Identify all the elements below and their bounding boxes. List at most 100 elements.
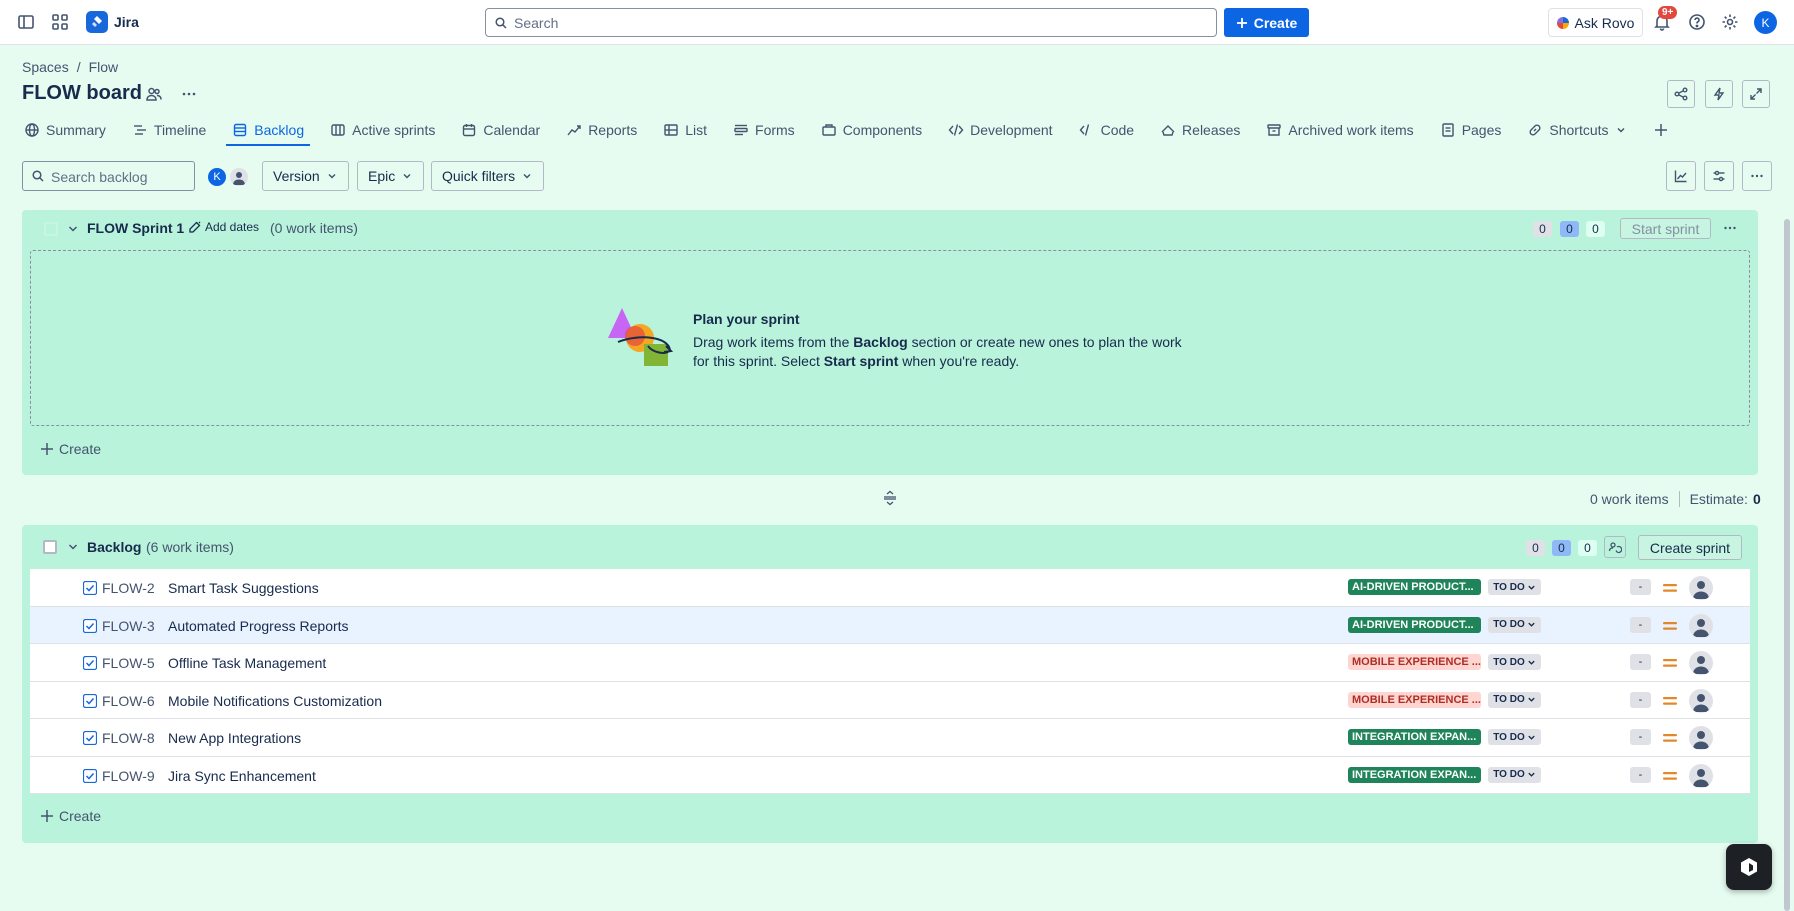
assignee-filter-avatar[interactable]: K	[206, 166, 228, 188]
epic-filter-button[interactable]: Epic	[357, 161, 425, 191]
table-row[interactable]: FLOW-8 New App Integrations INTEGRATION EX…	[30, 719, 1750, 757]
status-dropdown[interactable]: TO DO	[1488, 691, 1541, 708]
tab-forms[interactable]: Forms	[731, 116, 797, 144]
work-item-key[interactable]: FLOW-9	[102, 768, 155, 784]
table-row[interactable]: FLOW-3 Automated Progress Reports AI-DRIVE…	[30, 606, 1750, 644]
tab-backlog[interactable]: Backlog	[226, 116, 310, 146]
table-row[interactable]: FLOW-2 Smart Task Suggestions AI-DRIVEN PR…	[30, 569, 1750, 607]
help-icon[interactable]	[1687, 12, 1707, 32]
search-backlog-input[interactable]	[51, 167, 191, 187]
team-icon[interactable]	[140, 80, 168, 108]
backlog-select-checkbox[interactable]	[43, 540, 57, 554]
tab-components[interactable]: Components	[819, 116, 924, 144]
work-item-summary[interactable]: Mobile Notifications Customization	[168, 693, 382, 709]
tab-list[interactable]: List	[661, 116, 709, 144]
tab-releases[interactable]: Releases	[1158, 116, 1242, 144]
search-backlog[interactable]	[22, 161, 195, 191]
user-avatar[interactable]: K	[1754, 11, 1777, 34]
assignee-avatar[interactable]	[1689, 726, 1713, 750]
tab-calendar[interactable]: Calendar	[459, 116, 542, 144]
tab-code[interactable]: Code	[1077, 116, 1136, 144]
sprint-more-button[interactable]	[1716, 216, 1744, 240]
table-row[interactable]: FLOW-5 Offline Task Management MOBILE EXPE…	[30, 644, 1750, 682]
table-row[interactable]: FLOW-6 Mobile Notifications Customization…	[30, 681, 1750, 719]
chevron-down-icon[interactable]	[66, 540, 80, 554]
breadcrumb-flow-link[interactable]: Flow	[89, 59, 119, 75]
status-dropdown[interactable]: TO DO	[1488, 579, 1541, 595]
assignee-avatar[interactable]	[1689, 688, 1713, 713]
assignee-avatar[interactable]	[1689, 763, 1713, 788]
app-switcher-icon[interactable]	[50, 12, 70, 32]
page-scrollbar[interactable]	[1784, 219, 1790, 911]
status-dropdown[interactable]: TO DO	[1488, 616, 1541, 633]
work-item-summary[interactable]: Smart Task Suggestions	[168, 580, 319, 596]
epic-lozenge[interactable]: INTEGRATION EXPAN...	[1348, 766, 1481, 783]
assignee-avatar[interactable]	[1689, 651, 1713, 675]
tab-summary[interactable]: Summary	[22, 116, 108, 144]
resize-handle-icon[interactable]	[882, 490, 898, 506]
estimate-badge[interactable]: -	[1630, 579, 1651, 595]
work-item-summary[interactable]: Jira Sync Enhancement	[168, 768, 316, 784]
automation-lightning-icon[interactable]	[1705, 80, 1733, 108]
insights-chart-button[interactable]	[1666, 161, 1696, 191]
estimate-badge[interactable]: -	[1630, 766, 1651, 783]
breadcrumb-spaces-link[interactable]: Spaces	[22, 59, 69, 75]
tab-shortcuts[interactable]: Shortcuts	[1525, 116, 1628, 144]
chevron-down-icon[interactable]	[66, 222, 80, 236]
work-item-summary[interactable]: Automated Progress Reports	[168, 618, 349, 634]
epic-lozenge[interactable]: INTEGRATION EXPAN...	[1348, 729, 1481, 745]
work-item-summary[interactable]: Offline Task Management	[168, 655, 326, 671]
quick-filters-button[interactable]: Quick filters	[431, 161, 545, 191]
board-more-button[interactable]	[1742, 161, 1772, 191]
ask-rovo-button[interactable]: Ask Rovo	[1548, 8, 1643, 37]
tab-pages[interactable]: Pages	[1438, 116, 1504, 144]
backlog-options-button[interactable]	[1604, 536, 1626, 558]
tab-reports[interactable]: Reports	[564, 116, 639, 144]
start-sprint-button[interactable]: Start sprint	[1620, 218, 1711, 239]
estimate-badge[interactable]: -	[1630, 729, 1651, 745]
work-item-key[interactable]: FLOW-2	[102, 580, 155, 596]
estimate-badge[interactable]: -	[1630, 691, 1651, 708]
global-search[interactable]	[485, 8, 1217, 37]
tab-development[interactable]: Development	[946, 116, 1055, 144]
estimate-badge[interactable]: -	[1630, 654, 1651, 670]
work-item-key[interactable]: FLOW-3	[102, 618, 155, 634]
tab-active-sprints[interactable]: Active sprints	[328, 116, 437, 144]
share-icon[interactable]	[1667, 80, 1695, 108]
sprint-select-checkbox[interactable]	[44, 222, 58, 236]
epic-lozenge[interactable]: MOBILE EXPERIENCE ...	[1348, 691, 1481, 708]
work-item-key[interactable]: FLOW-8	[102, 730, 155, 746]
create-sprint-button[interactable]: Create sprint	[1638, 535, 1742, 560]
version-filter-button[interactable]: Version	[262, 161, 349, 191]
add-tab-button[interactable]	[1651, 116, 1671, 144]
status-dropdown[interactable]: TO DO	[1488, 766, 1541, 783]
epic-lozenge[interactable]: MOBILE EXPERIENCE ...	[1348, 654, 1481, 670]
table-row[interactable]: FLOW-9 Jira Sync Enhancement INTEGRATION E…	[30, 756, 1750, 794]
create-button[interactable]: Create	[1224, 8, 1309, 37]
tab-timeline[interactable]: Timeline	[130, 116, 208, 144]
status-dropdown[interactable]: TO DO	[1488, 654, 1541, 670]
jira-logo-icon[interactable]	[86, 11, 108, 33]
view-settings-button[interactable]	[1704, 161, 1734, 191]
assignee-avatar[interactable]	[1689, 576, 1713, 600]
sidebar-toggle-icon[interactable]	[16, 12, 36, 32]
help-chat-button[interactable]	[1726, 844, 1772, 890]
add-dates-button[interactable]: Add dates	[188, 220, 259, 234]
assignee-avatar[interactable]	[1689, 613, 1713, 638]
more-actions-icon[interactable]	[175, 80, 203, 108]
settings-gear-icon[interactable]	[1720, 12, 1740, 32]
work-item-key[interactable]: FLOW-5	[102, 655, 155, 671]
epic-lozenge[interactable]: AI-DRIVEN PRODUCT...	[1348, 616, 1481, 633]
status-dropdown[interactable]: TO DO	[1488, 729, 1541, 745]
global-search-input[interactable]	[514, 13, 1204, 33]
sprint-create-button[interactable]: Create	[40, 441, 101, 457]
app-brand[interactable]: Jira	[114, 14, 139, 30]
epic-lozenge[interactable]: AI-DRIVEN PRODUCT...	[1348, 579, 1481, 595]
unassigned-filter-avatar[interactable]	[228, 166, 250, 188]
backlog-create-button[interactable]: Create	[40, 808, 101, 824]
fullscreen-expand-icon[interactable]	[1742, 80, 1770, 108]
work-item-key[interactable]: FLOW-6	[102, 693, 155, 709]
estimate-badge[interactable]: -	[1630, 616, 1651, 633]
tab-archived-work-items[interactable]: Archived work items	[1264, 116, 1415, 144]
work-item-summary[interactable]: New App Integrations	[168, 730, 301, 746]
